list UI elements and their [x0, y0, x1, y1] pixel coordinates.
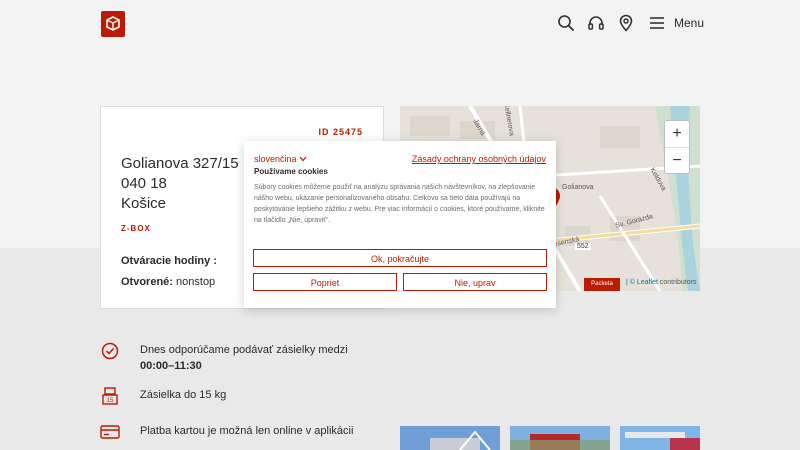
weight-icon: 15 — [102, 387, 118, 405]
accept-cookies-button[interactable]: Ok, pokračujte — [253, 249, 547, 267]
contributors-text: contributors — [659, 279, 697, 286]
street-label-golianova: Golianova — [562, 184, 594, 191]
language-selector[interactable]: slovenčina — [254, 154, 307, 164]
payment-text: Platba kartou je možná len online v apli… — [140, 425, 354, 437]
zoom-in-button[interactable]: + — [665, 121, 689, 147]
photo-thumbnail-3[interactable] — [620, 426, 700, 450]
map-attribution: | © Leaflet contributors — [626, 279, 697, 286]
open-value: nonstop — [176, 276, 216, 288]
packeta-logo[interactable] — [101, 11, 125, 37]
top-navigation: Menu — [0, 0, 800, 60]
card-payment-icon — [100, 425, 120, 439]
cookie-description: Súbory cookies môžeme použiť na analýzu … — [254, 184, 545, 224]
search-icon[interactable] — [557, 14, 575, 32]
weight-text: Zásielka do 15 kg — [140, 389, 227, 401]
opening-hours-label: Otváracie hodiny : — [121, 255, 217, 267]
clock-icon — [101, 342, 119, 360]
svg-text:15: 15 — [107, 398, 114, 404]
privacy-policy-link[interactable]: Zásady ochrany osobných údajov — [412, 154, 546, 164]
menu-label[interactable]: Menu — [674, 16, 704, 30]
address-zip: 040 18 — [121, 175, 167, 192]
cookie-consent-dialog: slovenčina Zásady ochrany osobných údajo… — [244, 141, 556, 308]
location-pin-icon[interactable] — [617, 14, 635, 32]
zoom-out-button[interactable]: − — [665, 148, 689, 174]
address-street: Golianova 327/15 — [121, 155, 239, 172]
adjust-cookies-button[interactable]: Nie, uprav — [403, 273, 547, 291]
photo-thumbnail-2[interactable] — [510, 426, 610, 450]
point-id: ID 25475 — [318, 127, 363, 137]
address-city: Košice — [121, 195, 167, 212]
leaflet-link[interactable]: © Leaflet — [630, 279, 658, 286]
chevron-down-icon — [299, 156, 307, 162]
map-lower-area — [400, 291, 700, 411]
open-status: Otvorené: nonstop — [121, 276, 215, 288]
hamburger-menu-icon[interactable] — [648, 14, 666, 32]
photo-thumbnail-1[interactable] — [400, 426, 500, 450]
road-number: 552 — [575, 243, 591, 250]
headset-icon[interactable] — [587, 14, 605, 32]
cookie-title: Používame cookies — [254, 167, 328, 176]
language-label[interactable]: slovenčina — [254, 154, 297, 164]
recommend-text: Dnes odporúčame podávať zásielky medzi 0… — [140, 342, 380, 374]
point-type: Z-BOX — [121, 224, 151, 233]
reject-cookies-button[interactable]: Popriet — [253, 273, 397, 291]
packeta-badge[interactable]: Packeta — [584, 278, 620, 291]
recommend-time: 00:00–11:30 — [140, 360, 202, 372]
open-label: Otvorené: — [121, 276, 173, 288]
address: Golianova 327/15 040 18 Košice — [121, 154, 239, 214]
zoom-control: + − — [664, 120, 690, 174]
recommend-prefix: Dnes odporúčame podávať zásielky medzi — [140, 344, 348, 356]
